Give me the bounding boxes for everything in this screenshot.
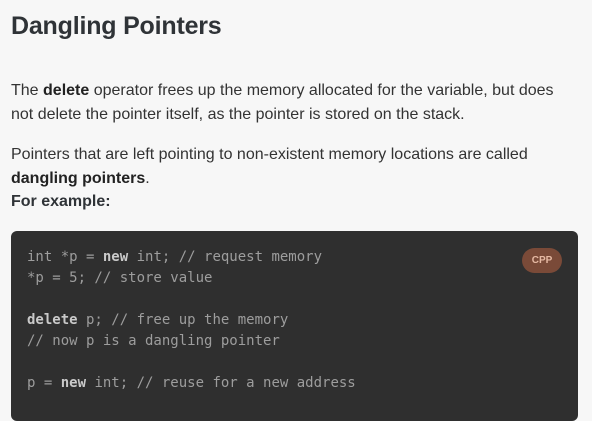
code-keyword: new xyxy=(102,249,129,265)
definition-text-start: Pointers that are left pointing to non-e… xyxy=(11,146,528,163)
code-line: int *p = new int; // request memory xyxy=(27,247,562,268)
code-text: int; // request memory xyxy=(128,249,323,265)
definition-text-end: . xyxy=(145,170,150,187)
intro-text-end: operator frees up the memory allocated f… xyxy=(11,82,554,123)
code-text: p = xyxy=(27,375,61,391)
example-label: For example: xyxy=(11,193,111,210)
delete-keyword-text: delete xyxy=(43,82,90,99)
language-badge: CPP xyxy=(522,248,562,273)
code-text: int; // reuse for a new address xyxy=(86,375,356,391)
code-line: delete p; // free up the memory xyxy=(27,310,562,331)
code-keyword: new xyxy=(60,375,87,391)
dangling-pointers-term: dangling pointers xyxy=(11,170,146,187)
intro-text-start: The xyxy=(11,82,44,99)
code-line: // now p is a dangling pointer xyxy=(27,333,280,349)
code-text: int *p = xyxy=(27,249,103,265)
intro-paragraph: The delete operator frees up the memory … xyxy=(11,79,577,127)
page-title: Dangling Pointers xyxy=(11,12,222,40)
code-line: p = new int; // reuse for a new address xyxy=(27,373,562,394)
code-keyword: delete xyxy=(27,312,78,328)
code-block[interactable]: CPP int *p = new int; // request memory … xyxy=(11,231,578,421)
definition-paragraph: Pointers that are left pointing to non-e… xyxy=(11,143,577,191)
code-text: p; // free up the memory xyxy=(77,312,289,328)
code-line: *p = 5; // store value xyxy=(27,270,213,286)
